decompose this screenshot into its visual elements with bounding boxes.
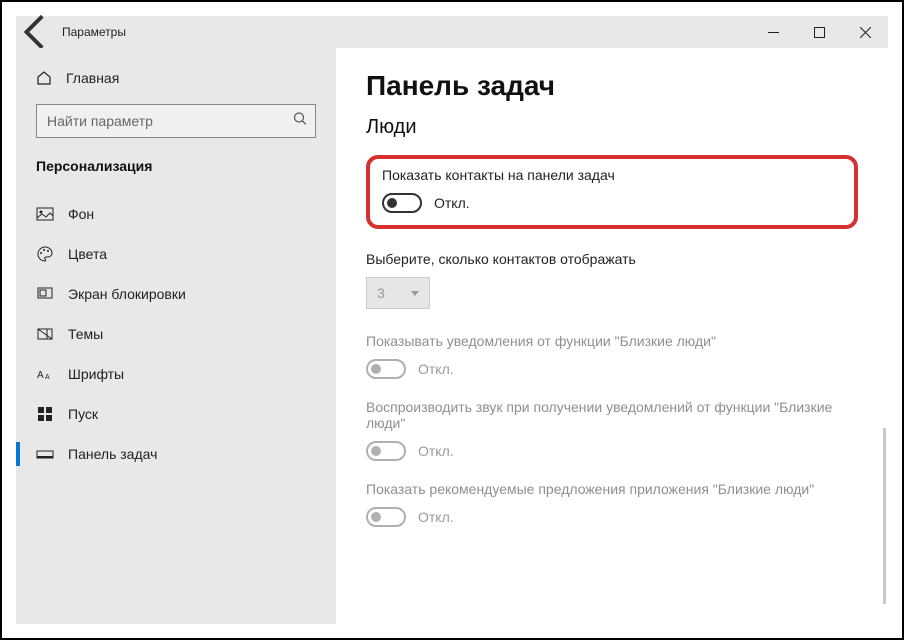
title-bar: Параметры [16,16,888,48]
sidebar-item-label: Шрифты [68,366,124,382]
highlighted-setting: Показать контакты на панели задач Откл. [366,155,858,229]
sidebar: Главная Персонализация Фон [16,48,336,624]
sound-label: Воспроизводить звук при получении уведом… [366,399,858,431]
notif-label: Показывать уведомления от функции "Близк… [366,333,858,349]
maximize-button[interactable] [796,16,842,48]
lockscreen-icon [36,285,54,303]
fonts-icon: AA [36,365,54,383]
palette-icon [36,245,54,263]
notif-toggle[interactable] [366,359,406,379]
home-link[interactable]: Главная [16,62,336,94]
sidebar-item-label: Пуск [68,406,98,422]
svg-text:A: A [37,370,44,381]
search-box[interactable] [36,104,316,138]
sidebar-item-background[interactable]: Фон [16,194,336,234]
count-value: 3 [377,285,385,301]
sidebar-item-label: Фон [68,206,94,222]
section-label: Персонализация [16,138,336,182]
contacts-toggle-label: Показать контакты на панели задач [382,167,842,183]
sidebar-item-lockscreen[interactable]: Экран блокировки [16,274,336,314]
sidebar-item-fonts[interactable]: AA Шрифты [16,354,336,394]
sidebar-item-colors[interactable]: Цвета [16,234,336,274]
taskbar-icon [36,445,54,463]
notif-state: Откл. [418,361,454,377]
search-icon [293,112,307,131]
themes-icon [36,325,54,343]
start-icon [36,405,54,423]
sidebar-item-taskbar[interactable]: Панель задач [16,434,336,474]
home-label: Главная [66,70,119,86]
sidebar-item-label: Панель задач [68,446,157,462]
scrollbar[interactable] [883,428,886,604]
window-title: Параметры [62,25,126,39]
home-icon [36,70,52,86]
minimize-button[interactable] [750,16,796,48]
sidebar-item-label: Темы [68,326,103,342]
svg-text:A: A [45,374,50,381]
section-heading: Люди [366,116,858,139]
sound-state: Откл. [418,443,454,459]
search-input[interactable] [37,113,315,129]
sidebar-item-label: Экран блокировки [68,286,186,302]
sound-toggle[interactable] [366,441,406,461]
sidebar-item-start[interactable]: Пуск [16,394,336,434]
picture-icon [36,205,54,223]
content-pane: Панель задач Люди Показать контакты на п… [336,48,888,624]
count-label: Выберите, сколько контактов отображать [366,251,858,267]
sidebar-item-themes[interactable]: Темы [16,314,336,354]
contacts-toggle[interactable] [382,193,422,213]
count-select[interactable]: 3 [366,277,430,309]
suggest-toggle[interactable] [366,507,406,527]
close-button[interactable] [842,16,888,48]
page-title: Панель задач [366,70,858,102]
suggest-state: Откл. [418,509,454,525]
contacts-toggle-state: Откл. [434,195,470,211]
sidebar-item-label: Цвета [68,246,107,262]
suggest-label: Показать рекомендуемые предложения прило… [366,481,858,497]
back-button[interactable] [16,16,58,48]
